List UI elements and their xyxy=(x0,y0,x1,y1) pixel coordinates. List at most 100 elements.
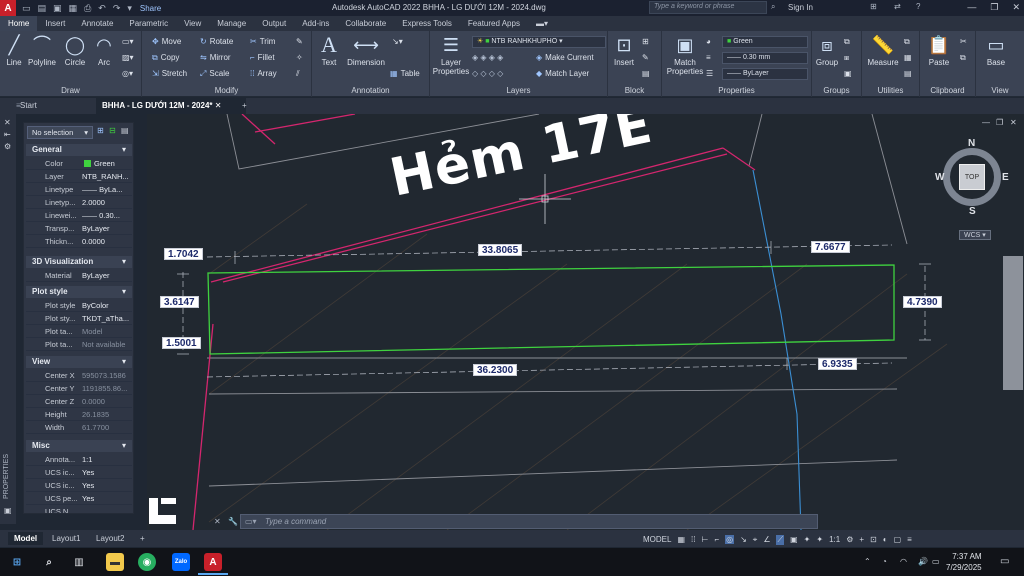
palette-autohide-icon[interactable]: ⇤ xyxy=(4,130,11,139)
exchange-icon[interactable]: ⇄ xyxy=(894,2,901,11)
hatch-icon[interactable]: ▨▾ xyxy=(122,53,134,62)
fullscreen-icon[interactable]: ▢ xyxy=(894,535,902,544)
3d-visualization-section[interactable]: 3D Visualization ▾ xyxy=(26,256,132,268)
battery-icon[interactable]: ▭ xyxy=(932,557,940,566)
circle-tool[interactable]: ◯ Circle xyxy=(62,35,88,67)
property-row[interactable]: Layer NTB_RANH... xyxy=(26,170,132,183)
property-row[interactable]: Material ByLayer xyxy=(26,269,132,282)
property-row[interactable]: Transp... ByLayer xyxy=(26,222,132,235)
viewport-restore-icon[interactable]: ❐ xyxy=(996,118,1003,127)
property-row[interactable]: Width 61.7700 xyxy=(26,421,132,434)
zalo-icon[interactable]: Zalo xyxy=(172,553,190,571)
wcs-menu[interactable]: WCS ▾ xyxy=(959,230,991,240)
isodraft-icon[interactable]: ↘ xyxy=(740,535,747,544)
text-tool[interactable]: A Text xyxy=(316,34,342,68)
select-all-icon[interactable]: ▦ xyxy=(904,53,912,62)
ortho-icon[interactable]: ⌐ xyxy=(714,535,719,544)
layer-states-icon[interactable]: ◇ ◇ ◇ ◇ xyxy=(472,69,503,78)
erase-icon[interactable]: ✎ xyxy=(296,37,303,46)
ungroup-icon[interactable]: ⧉ xyxy=(844,37,850,47)
measure-tool[interactable]: 📏 Measure xyxy=(864,35,902,67)
search-icon[interactable]: ⌕ xyxy=(40,553,58,571)
navigation-bar[interactable] xyxy=(1003,256,1023,390)
make-current-tool[interactable]: ◈ Make Current xyxy=(536,53,594,62)
file-explorer-icon[interactable]: ▬ xyxy=(106,553,124,571)
viewport-minimize-icon[interactable]: — xyxy=(982,118,990,127)
rotate-tool[interactable]: ↻ Rotate xyxy=(200,37,233,46)
draw-panel-title[interactable]: Draw xyxy=(0,86,141,95)
quick-select-icon[interactable]: ⧉ xyxy=(904,37,910,47)
close-icon[interactable]: ✕ xyxy=(1012,2,1020,13)
line-tool[interactable]: ╱ Line xyxy=(2,35,26,67)
property-row[interactable]: UCS N... xyxy=(26,505,132,513)
copy-clip-icon[interactable]: ⧉ xyxy=(960,53,966,63)
property-row[interactable]: Plot sty... TKDT_aTha... xyxy=(26,312,132,325)
tray-chevron-icon[interactable]: ⌃ xyxy=(864,557,871,566)
start-tab[interactable]: Start xyxy=(14,98,43,114)
create-block-icon[interactable]: ⊞ xyxy=(642,37,649,46)
lineweight-display-icon[interactable]: ⟋ xyxy=(776,534,785,545)
print-icon[interactable]: ⎙ xyxy=(84,3,91,14)
cart-icon[interactable]: ⊞ xyxy=(870,2,877,11)
annotation-scale-icon[interactable]: ✦ xyxy=(816,535,823,544)
groups-panel-title[interactable]: Groups xyxy=(812,86,861,95)
viewport-close-icon[interactable]: ✕ xyxy=(1010,118,1017,127)
customize-status-icon[interactable]: ≡ xyxy=(907,535,912,544)
offset-icon[interactable]: ⫽ xyxy=(296,69,300,79)
insert-tool[interactable]: ⊡ Insert xyxy=(610,35,638,67)
infer-icon[interactable]: ⊢ xyxy=(701,535,708,544)
add-layout-icon[interactable]: + xyxy=(134,532,151,545)
isolate-icon[interactable]: ◐ xyxy=(883,535,888,544)
chrome-icon[interactable]: ◉ xyxy=(138,553,156,571)
array-tool[interactable]: ⁞⁞ Array xyxy=(250,69,277,78)
workspace-toggle-icon[interactable]: ▬▾ xyxy=(528,16,556,31)
tab-add-ins[interactable]: Add-ins xyxy=(294,16,337,31)
paste-tool[interactable]: 📋 Paste xyxy=(924,35,954,67)
scale-tool[interactable]: ⤢ Scale xyxy=(200,69,229,79)
layers-panel-title[interactable]: Layers xyxy=(430,86,607,95)
restore-icon[interactable]: ❐ xyxy=(990,2,998,13)
cut-icon[interactable]: ✂ xyxy=(960,37,967,46)
property-row[interactable]: Annota... 1:1 xyxy=(26,453,132,466)
attribute-icon[interactable]: ▤ xyxy=(642,69,650,78)
annotation-scale-value[interactable]: 1:1 xyxy=(829,535,840,544)
annotation-visibility-icon[interactable]: ✦ xyxy=(804,535,811,544)
cmd-close-icon[interactable]: ✕ xyxy=(214,517,221,526)
network-icon[interactable]: ◔ xyxy=(882,557,887,566)
tab-express-tools[interactable]: Express Tools xyxy=(394,16,460,31)
redo-icon[interactable]: ↷ xyxy=(113,3,121,14)
properties-panel-title[interactable]: Properties xyxy=(662,86,811,95)
autocad-logo[interactable]: A xyxy=(0,0,16,16)
property-row[interactable]: UCS ic... Yes xyxy=(26,466,132,479)
autocad-taskbar-icon[interactable]: A xyxy=(204,553,222,571)
property-row[interactable]: Color Green xyxy=(26,157,132,170)
viewcube[interactable]: TOP N S W E xyxy=(935,138,1009,218)
lineweight-combo[interactable]: —— 0.30 mm xyxy=(722,52,808,64)
color-combo[interactable]: ■ Green xyxy=(722,36,808,48)
tab-featured-apps[interactable]: Featured Apps xyxy=(460,16,528,31)
explode-icon[interactable]: ✧ xyxy=(296,53,303,62)
workspace-gear-icon[interactable]: ⚙ xyxy=(846,535,853,544)
layer-properties-tool[interactable]: ☰ Layer Properties xyxy=(432,35,470,76)
save-as-icon[interactable]: ▦ xyxy=(69,3,78,14)
annotation-panel-title[interactable]: Annotation xyxy=(312,86,429,95)
model-space-button[interactable]: MODEL xyxy=(643,535,671,544)
move-tool[interactable]: ✥ Move xyxy=(152,37,181,46)
view-panel-title[interactable]: View xyxy=(976,86,1024,95)
property-row[interactable]: Plot ta... Model xyxy=(26,325,132,338)
tab-close-icon[interactable]: ✕ xyxy=(215,101,222,110)
palette-close-icon[interactable]: ✕ xyxy=(4,118,11,127)
match-layer-tool[interactable]: ◆ Match Layer xyxy=(536,69,589,78)
properties-strip-label[interactable]: PROPERTIES xyxy=(3,454,10,499)
property-row[interactable]: Thickn... 0.0000 xyxy=(26,235,132,248)
wifi-icon[interactable]: ◠ xyxy=(900,557,907,566)
rectangle-icon[interactable]: ▭▾ xyxy=(122,37,134,46)
copy-tool[interactable]: ⧉ Copy xyxy=(152,53,179,63)
tab-layout2[interactable]: Layout2 xyxy=(90,532,130,545)
compass-north[interactable]: N xyxy=(968,138,975,149)
dimension-tool[interactable]: ⟷ Dimension xyxy=(344,35,388,67)
dropdown-arrow-icon[interactable]: ▾ xyxy=(127,3,132,14)
share-button[interactable]: Share xyxy=(140,4,161,13)
property-row[interactable]: Linetype —— ByLa... xyxy=(26,183,132,196)
property-row[interactable]: Linewei... —— 0.30... xyxy=(26,209,132,222)
